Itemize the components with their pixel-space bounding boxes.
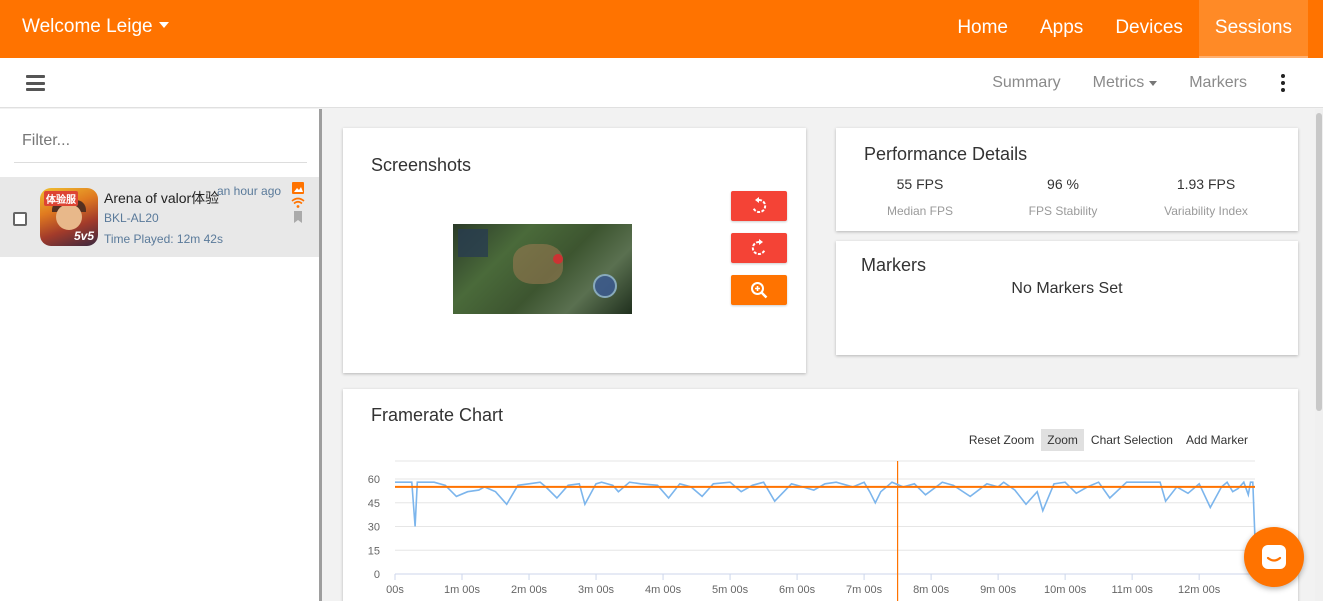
subnav-summary[interactable]: Summary xyxy=(976,74,1076,92)
metric-variability-index: 1.93 FPS Variability Index xyxy=(1136,176,1276,218)
metric-label: FPS Stability xyxy=(1028,204,1098,218)
top-bar: Welcome Leige Home Apps Devices Sessions xyxy=(0,0,1323,58)
sessions-sidebar: 体验服 5v5 Arena of valor体验 an hour ago BKL… xyxy=(0,109,322,601)
metric-median-fps: 55 FPS Median FPS xyxy=(850,176,990,218)
filter-input[interactable] xyxy=(14,119,307,163)
chevron-down-icon xyxy=(1149,80,1158,86)
welcome-menu[interactable]: Welcome Leige xyxy=(22,16,169,38)
performance-title: Performance Details xyxy=(864,144,1028,164)
x-tick-label: 1m 00s xyxy=(444,584,481,596)
secondary-toolbar: Summary Metrics Markers xyxy=(0,58,1323,108)
app-icon-tag: 体验服 xyxy=(44,191,78,206)
screenshots-title: Screenshots xyxy=(371,155,472,175)
metric-label: Median FPS xyxy=(886,204,954,218)
metric-value: 55 FPS xyxy=(896,176,944,192)
metric-fps-stability: 96 % FPS Stability xyxy=(993,176,1133,218)
x-tick-label: 2m 00s xyxy=(511,584,548,596)
y-tick-label: 60 xyxy=(368,474,380,486)
screenshot-thumbnail[interactable] xyxy=(453,224,632,314)
x-tick-label: 5m 00s xyxy=(712,584,749,596)
session-checkbox[interactable] xyxy=(13,212,27,226)
session-device: BKL-AL20 xyxy=(104,211,159,225)
metric-value: 1.93 FPS xyxy=(1176,176,1236,192)
x-tick-label: 10m 00s xyxy=(1044,584,1087,596)
x-tick-label: 11m 00s xyxy=(1111,584,1153,596)
session-list-item[interactable]: 体验服 5v5 Arena of valor体验 an hour ago BKL… xyxy=(0,177,319,257)
x-tick-label: 7m 00s xyxy=(846,584,883,596)
x-tick-label: 8m 00s xyxy=(913,584,950,596)
image-icon xyxy=(292,182,304,194)
wifi-icon xyxy=(291,197,305,208)
subnav-metrics[interactable]: Metrics xyxy=(1077,74,1174,92)
framerate-chart[interactable]: 0 15 30 45 60 00s 1m 00s 2m 00s 3m 00s 4m 00s 5m 0… xyxy=(343,389,1298,601)
session-status-icons xyxy=(291,182,305,223)
framerate-chart-card: Framerate Chart Reset Zoom Zoom Chart Se… xyxy=(343,389,1298,601)
zoom-screenshot-button[interactable] xyxy=(731,275,787,305)
fps-series-line xyxy=(395,480,1256,540)
nav-sessions[interactable]: Sessions xyxy=(1198,0,1308,58)
app-icon-badge: 5v5 xyxy=(73,229,94,243)
hamburger-menu-icon[interactable] xyxy=(26,75,45,91)
session-time: an hour ago xyxy=(217,184,282,198)
rotate-right-icon xyxy=(751,239,766,255)
performance-details-card: Performance Details 55 FPS Median FPS 96… xyxy=(836,128,1298,231)
x-tick-label: 4m 00s xyxy=(645,584,682,596)
app-icon: 体验服 5v5 xyxy=(40,188,98,246)
y-tick-label: 30 xyxy=(368,522,380,534)
x-tick-label: 12m 00s xyxy=(1178,584,1221,596)
x-tick-label: 6m 00s xyxy=(779,584,816,596)
session-subnav: Summary Metrics Markers xyxy=(976,58,1323,108)
rotate-left-button[interactable] xyxy=(731,191,787,221)
welcome-label: Welcome Leige xyxy=(22,16,153,37)
session-played: Time Played: 12m 42s xyxy=(104,232,223,246)
x-tick-label: 9m 00s xyxy=(980,584,1017,596)
bookmark-icon xyxy=(294,211,302,223)
chat-support-button[interactable] xyxy=(1244,527,1304,587)
page-scrollbar[interactable] xyxy=(1315,109,1323,601)
markers-title: Markers xyxy=(861,255,927,275)
x-tick-label: 3m 00s xyxy=(578,584,615,596)
main-nav: Home Apps Devices Sessions xyxy=(941,0,1308,58)
metric-value: 96 % xyxy=(1047,176,1079,192)
screenshots-card: Screenshots xyxy=(343,128,806,373)
y-tick-label: 45 xyxy=(368,498,380,510)
rotate-right-button[interactable] xyxy=(731,233,787,263)
y-tick-label: 0 xyxy=(374,569,380,581)
subnav-markers[interactable]: Markers xyxy=(1173,74,1263,92)
zoom-in-icon xyxy=(751,282,768,299)
nav-apps[interactable]: Apps xyxy=(1024,0,1099,58)
nav-home[interactable]: Home xyxy=(941,0,1024,58)
markers-empty-text: No Markers Set xyxy=(1011,280,1123,297)
rotate-left-icon xyxy=(752,197,767,213)
session-title: Arena of valor体验 xyxy=(104,190,220,206)
markers-card: Markers No Markers Set xyxy=(836,241,1298,355)
y-tick-label: 15 xyxy=(368,545,380,557)
chevron-down-icon xyxy=(158,22,169,28)
chat-icon xyxy=(1262,545,1286,569)
more-options-icon[interactable] xyxy=(1263,58,1303,108)
scrollbar-thumb[interactable] xyxy=(1316,113,1322,411)
x-tick-label: 00s xyxy=(386,584,404,596)
metric-label: Variability Index xyxy=(1164,204,1248,218)
nav-devices[interactable]: Devices xyxy=(1099,0,1199,58)
